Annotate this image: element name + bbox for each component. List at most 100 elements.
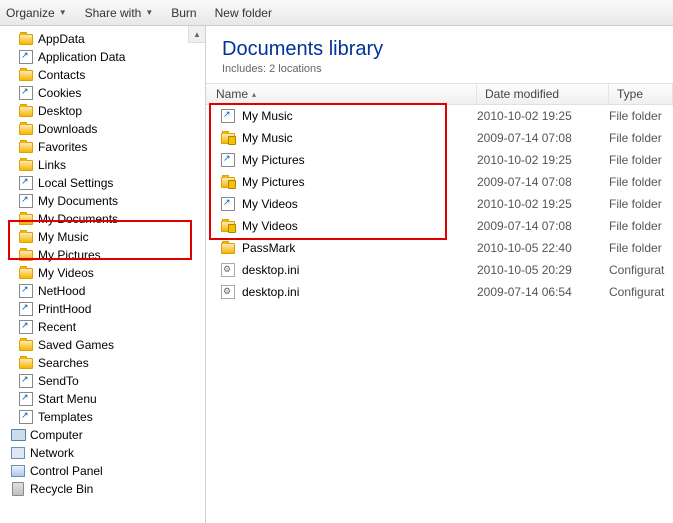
- tree-item[interactable]: My Music: [2, 228, 205, 246]
- tree-item-label: Saved Games: [38, 338, 114, 352]
- tree-item-label: Searches: [38, 356, 89, 370]
- shortcut-icon: [18, 85, 34, 101]
- library-header: Documents library Includes: 2 locations: [206, 26, 673, 83]
- network-icon: [10, 445, 26, 461]
- file-date: 2010-10-02 19:25: [477, 153, 609, 167]
- tree-item[interactable]: AppData: [2, 30, 205, 48]
- tree-item[interactable]: My Documents: [2, 210, 205, 228]
- file-row[interactable]: My Pictures2009-07-14 07:08File folder: [206, 171, 673, 193]
- tree-item[interactable]: My Documents: [2, 192, 205, 210]
- column-header-date[interactable]: Date modified: [477, 84, 609, 104]
- tree-item-label: My Music: [38, 230, 89, 244]
- chevron-down-icon: ▼: [145, 8, 153, 17]
- tree-item[interactable]: Links: [2, 156, 205, 174]
- locked-folder-icon: [220, 130, 236, 146]
- tree-item-label: NetHood: [38, 284, 85, 298]
- tree-item[interactable]: Network: [2, 444, 205, 462]
- recycle-bin-icon: [10, 481, 26, 497]
- tree-item[interactable]: Searches: [2, 354, 205, 372]
- shortcut-icon: [18, 373, 34, 389]
- file-type: Configurat: [609, 285, 673, 299]
- file-date: 2010-10-05 20:29: [477, 263, 609, 277]
- shortcut-icon: [18, 319, 34, 335]
- file-name: My Pictures: [242, 175, 477, 189]
- tree-item-label: SendTo: [38, 374, 79, 388]
- file-date: 2010-10-02 19:25: [477, 197, 609, 211]
- config-file-icon: [220, 284, 236, 300]
- file-name: My Music: [242, 109, 477, 123]
- shortcut-icon: [18, 193, 34, 209]
- tree-item-label: My Documents: [38, 194, 118, 208]
- tree-item[interactable]: SendTo: [2, 372, 205, 390]
- tree-item[interactable]: Start Menu: [2, 390, 205, 408]
- file-row[interactable]: My Videos2009-07-14 07:08File folder: [206, 215, 673, 237]
- file-row[interactable]: My Videos2010-10-02 19:25File folder: [206, 193, 673, 215]
- tree-item[interactable]: Contacts: [2, 66, 205, 84]
- tree-item-label: Control Panel: [30, 464, 103, 478]
- shortcut-icon: [18, 283, 34, 299]
- file-row[interactable]: My Music2010-10-02 19:25File folder: [206, 105, 673, 127]
- file-row[interactable]: desktop.ini2010-10-05 20:29Configurat: [206, 259, 673, 281]
- tree-item[interactable]: Computer: [2, 426, 205, 444]
- tree-item-label: Cookies: [38, 86, 81, 100]
- file-row[interactable]: PassMark2010-10-05 22:40File folder: [206, 237, 673, 259]
- tree-item[interactable]: Recycle Bin: [2, 480, 205, 498]
- tree-item[interactable]: Local Settings: [2, 174, 205, 192]
- tree-item-label: PrintHood: [38, 302, 91, 316]
- tree-item-label: Downloads: [38, 122, 97, 136]
- file-type: File folder: [609, 241, 673, 255]
- column-headers: Name▴ Date modified Type: [206, 83, 673, 105]
- folder-icon: [18, 67, 34, 83]
- tree-item[interactable]: NetHood: [2, 282, 205, 300]
- folder-icon: [18, 139, 34, 155]
- tree-item-label: Recycle Bin: [30, 482, 93, 496]
- file-name: My Videos: [242, 197, 477, 211]
- tree-item[interactable]: Downloads: [2, 120, 205, 138]
- tree-item-label: Favorites: [38, 140, 87, 154]
- file-name: desktop.ini: [242, 263, 477, 277]
- file-date: 2009-07-14 07:08: [477, 175, 609, 189]
- tree-item-label: My Videos: [38, 266, 94, 280]
- tree-item[interactable]: My Videos: [2, 264, 205, 282]
- organize-menu[interactable]: Organize▼: [6, 6, 67, 20]
- tree-item-label: Links: [38, 158, 66, 172]
- new-folder-button[interactable]: New folder: [215, 6, 272, 20]
- share-menu[interactable]: Share with▼: [85, 6, 154, 20]
- tree-item[interactable]: PrintHood: [2, 300, 205, 318]
- file-type: File folder: [609, 109, 673, 123]
- folder-icon: [18, 211, 34, 227]
- file-type: File folder: [609, 197, 673, 211]
- tree-item-label: AppData: [38, 32, 85, 46]
- tree-item[interactable]: My Pictures: [2, 246, 205, 264]
- computer-icon: [10, 427, 26, 443]
- file-name: desktop.ini: [242, 285, 477, 299]
- file-row[interactable]: desktop.ini2009-07-14 06:54Configurat: [206, 281, 673, 303]
- file-type: Configurat: [609, 263, 673, 277]
- tree-item[interactable]: Saved Games: [2, 336, 205, 354]
- folder-icon: [18, 337, 34, 353]
- tree-item-label: Computer: [30, 428, 83, 442]
- tree-item-label: My Documents: [38, 212, 118, 226]
- file-name: My Videos: [242, 219, 477, 233]
- file-name: My Pictures: [242, 153, 477, 167]
- file-row[interactable]: My Music2009-07-14 07:08File folder: [206, 127, 673, 149]
- library-subtitle: Includes: 2 locations: [222, 63, 673, 75]
- file-row[interactable]: My Pictures2010-10-02 19:25File folder: [206, 149, 673, 171]
- file-type: File folder: [609, 175, 673, 189]
- shortcut-icon: [18, 175, 34, 191]
- file-date: 2009-07-14 07:08: [477, 131, 609, 145]
- library-title: Documents library: [222, 38, 673, 61]
- tree-item-label: Templates: [38, 410, 93, 424]
- burn-button[interactable]: Burn: [171, 6, 196, 20]
- tree-item[interactable]: Application Data: [2, 48, 205, 66]
- column-header-type[interactable]: Type: [609, 84, 673, 104]
- tree-item[interactable]: Control Panel: [2, 462, 205, 480]
- config-file-icon: [220, 262, 236, 278]
- tree-item[interactable]: Recent: [2, 318, 205, 336]
- tree-item[interactable]: Cookies: [2, 84, 205, 102]
- tree-item[interactable]: Templates: [2, 408, 205, 426]
- scroll-up-button[interactable]: ▲: [188, 26, 205, 43]
- tree-item[interactable]: Desktop: [2, 102, 205, 120]
- tree-item[interactable]: Favorites: [2, 138, 205, 156]
- column-header-name[interactable]: Name▴: [206, 84, 477, 104]
